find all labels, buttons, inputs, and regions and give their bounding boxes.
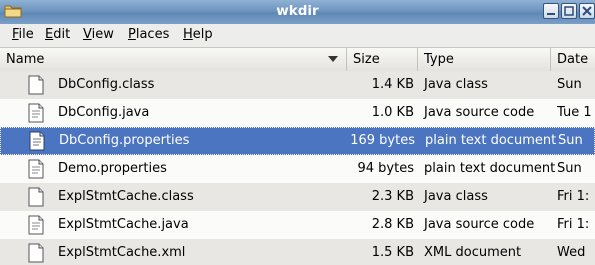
text-document-icon xyxy=(28,131,46,151)
sort-descending-icon xyxy=(328,56,338,62)
menu-file[interactable]: File xyxy=(12,27,34,42)
file-row[interactable]: DbConfig.class 1.4 KB Java class Sun xyxy=(0,71,595,99)
file-size: 1.5 KB xyxy=(371,245,414,260)
file-type: XML document xyxy=(424,245,522,260)
file-name: ExplStmtCache.xml xyxy=(58,245,186,260)
file-name: ExplStmtCache.java xyxy=(58,217,189,232)
file-size: 1.4 KB xyxy=(371,77,414,92)
file-date: Sun xyxy=(557,161,582,176)
file-type: Java class xyxy=(424,189,488,204)
document-icon xyxy=(27,75,45,95)
file-date: Sun xyxy=(557,77,582,92)
file-type: Java class xyxy=(424,77,488,92)
file-type: Java source code xyxy=(424,105,535,120)
column-header: Name Size Type Date xyxy=(0,48,595,72)
file-row[interactable]: ExplStmtCache.java 2.8 KB Java source co… xyxy=(0,211,595,239)
maximize-button[interactable] xyxy=(561,3,577,19)
window-title: wkdir xyxy=(276,3,319,19)
text-document-icon xyxy=(27,215,45,235)
file-browser-window: wkdir File Edit View Places Help Name Si… xyxy=(0,0,595,265)
file-type: plain text document xyxy=(424,161,556,176)
file-row[interactable]: ExplStmtCache.class 2.3 KB Java class Fr… xyxy=(0,183,595,211)
document-icon xyxy=(27,103,45,123)
file-date: Fri 1: xyxy=(557,189,590,204)
column-header-size[interactable]: Size xyxy=(347,48,418,71)
menu-bar: File Edit View Places Help xyxy=(0,24,595,48)
minimize-button[interactable] xyxy=(543,3,559,19)
file-row[interactable]: ExplStmtCache.xml 1.5 KB XML document We… xyxy=(0,239,595,265)
column-header-type[interactable]: Type xyxy=(418,48,551,71)
file-name: DbConfig.properties xyxy=(59,133,190,148)
file-size: 1.0 KB xyxy=(371,105,414,120)
file-date: Sun xyxy=(558,133,583,148)
file-row[interactable]: DbConfig.java 1.0 KB Java source code Tu… xyxy=(0,99,595,127)
document-icon xyxy=(27,187,45,207)
file-size: 169 bytes xyxy=(350,133,415,148)
file-date: Tue 1 xyxy=(557,105,592,120)
menu-places[interactable]: Places xyxy=(128,27,169,42)
file-list: DbConfig.class 1.4 KB Java class Sun DbC… xyxy=(0,71,595,265)
file-date: Fri 1: xyxy=(557,217,590,232)
menu-help[interactable]: Help xyxy=(183,27,213,42)
file-row-selected[interactable]: DbConfig.properties 169 bytes plain text… xyxy=(0,127,595,155)
file-name: ExplStmtCache.class xyxy=(58,189,194,204)
menu-edit[interactable]: Edit xyxy=(45,27,70,42)
close-button[interactable] xyxy=(579,3,595,19)
file-size: 2.3 KB xyxy=(371,189,414,204)
file-size: 2.8 KB xyxy=(371,217,414,232)
file-date: Wed xyxy=(557,245,586,260)
document-icon xyxy=(27,243,45,263)
file-row[interactable]: Demo.properties 94 bytes plain text docu… xyxy=(0,155,595,183)
column-header-name[interactable]: Name xyxy=(0,48,347,71)
file-name: DbConfig.java xyxy=(58,105,150,120)
file-type: Java source code xyxy=(424,217,535,232)
title-bar[interactable]: wkdir xyxy=(0,0,595,25)
file-name: DbConfig.class xyxy=(58,77,155,92)
menu-view[interactable]: View xyxy=(83,27,114,42)
file-size: 94 bytes xyxy=(357,161,415,176)
file-name: Demo.properties xyxy=(58,161,167,176)
text-document-icon xyxy=(27,159,45,179)
file-type: plain text document xyxy=(425,133,557,148)
column-header-date[interactable]: Date xyxy=(551,48,595,71)
